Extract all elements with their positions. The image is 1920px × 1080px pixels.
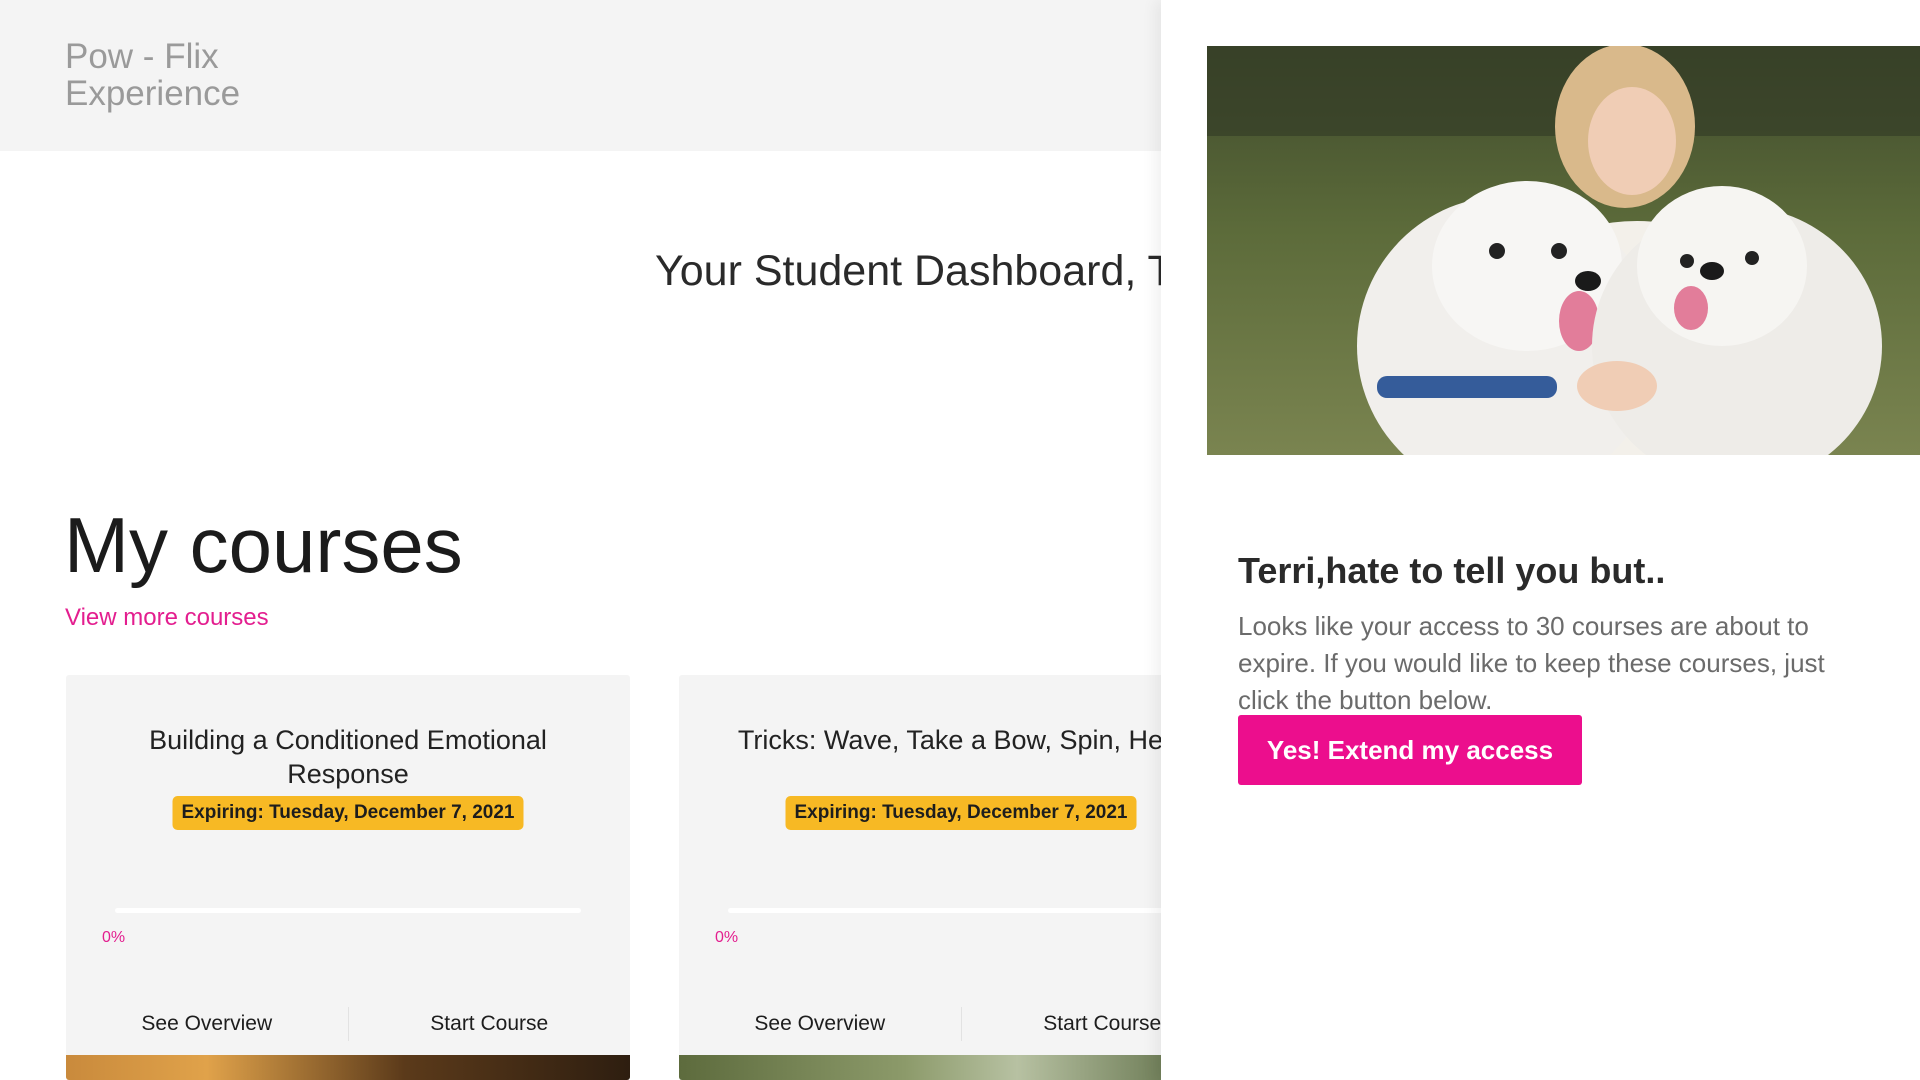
brand-logo[interactable]: Pow - Flix Experience xyxy=(65,38,240,112)
course-actions: See Overview Start Course xyxy=(66,999,630,1049)
course-thumbnail[interactable] xyxy=(66,1055,630,1080)
course-card: Building a Conditioned Emotional Respons… xyxy=(66,675,630,1080)
course-title[interactable]: Tricks: Wave, Take a Bow, Spin, Heel xyxy=(709,723,1213,757)
dashboard-title: Your Student Dashboard, T xyxy=(655,247,1174,295)
course-title[interactable]: Building a Conditioned Emotional Respons… xyxy=(96,723,600,791)
extend-access-button[interactable]: Yes! Extend my access xyxy=(1238,715,1582,785)
modal-heading: Terri,hate to tell you but.. xyxy=(1238,549,1666,591)
course-actions: See Overview Start Course xyxy=(679,999,1243,1049)
progress-percent: 0% xyxy=(102,929,126,946)
start-course-button[interactable]: Start Course xyxy=(349,1012,631,1036)
see-overview-button[interactable]: See Overview xyxy=(66,1012,348,1036)
expiry-badge: Expiring: Tuesday, December 7, 2021 xyxy=(172,796,524,830)
brand-line-2: Experience xyxy=(65,74,241,113)
progress-bar xyxy=(115,908,581,913)
progress-percent: 0% xyxy=(715,929,739,946)
course-thumbnail[interactable] xyxy=(679,1055,1243,1080)
my-courses-heading: My courses xyxy=(64,501,463,590)
access-expiry-panel: Terri,hate to tell you but.. Looks like … xyxy=(1161,0,1920,1080)
course-card: Tricks: Wave, Take a Bow, Spin, Heel Exp… xyxy=(679,675,1243,1080)
progress-bar xyxy=(728,908,1194,913)
expiry-badge: Expiring: Tuesday, December 7, 2021 xyxy=(785,796,1137,830)
modal-body-text: Looks like your access to 30 courses are… xyxy=(1238,611,1825,715)
see-overview-button[interactable]: See Overview xyxy=(679,1012,961,1036)
view-more-courses-link[interactable]: View more courses xyxy=(65,604,269,632)
brand-line-1: Pow - Flix xyxy=(65,37,219,76)
woman-with-dogs-photo xyxy=(1207,46,1920,455)
